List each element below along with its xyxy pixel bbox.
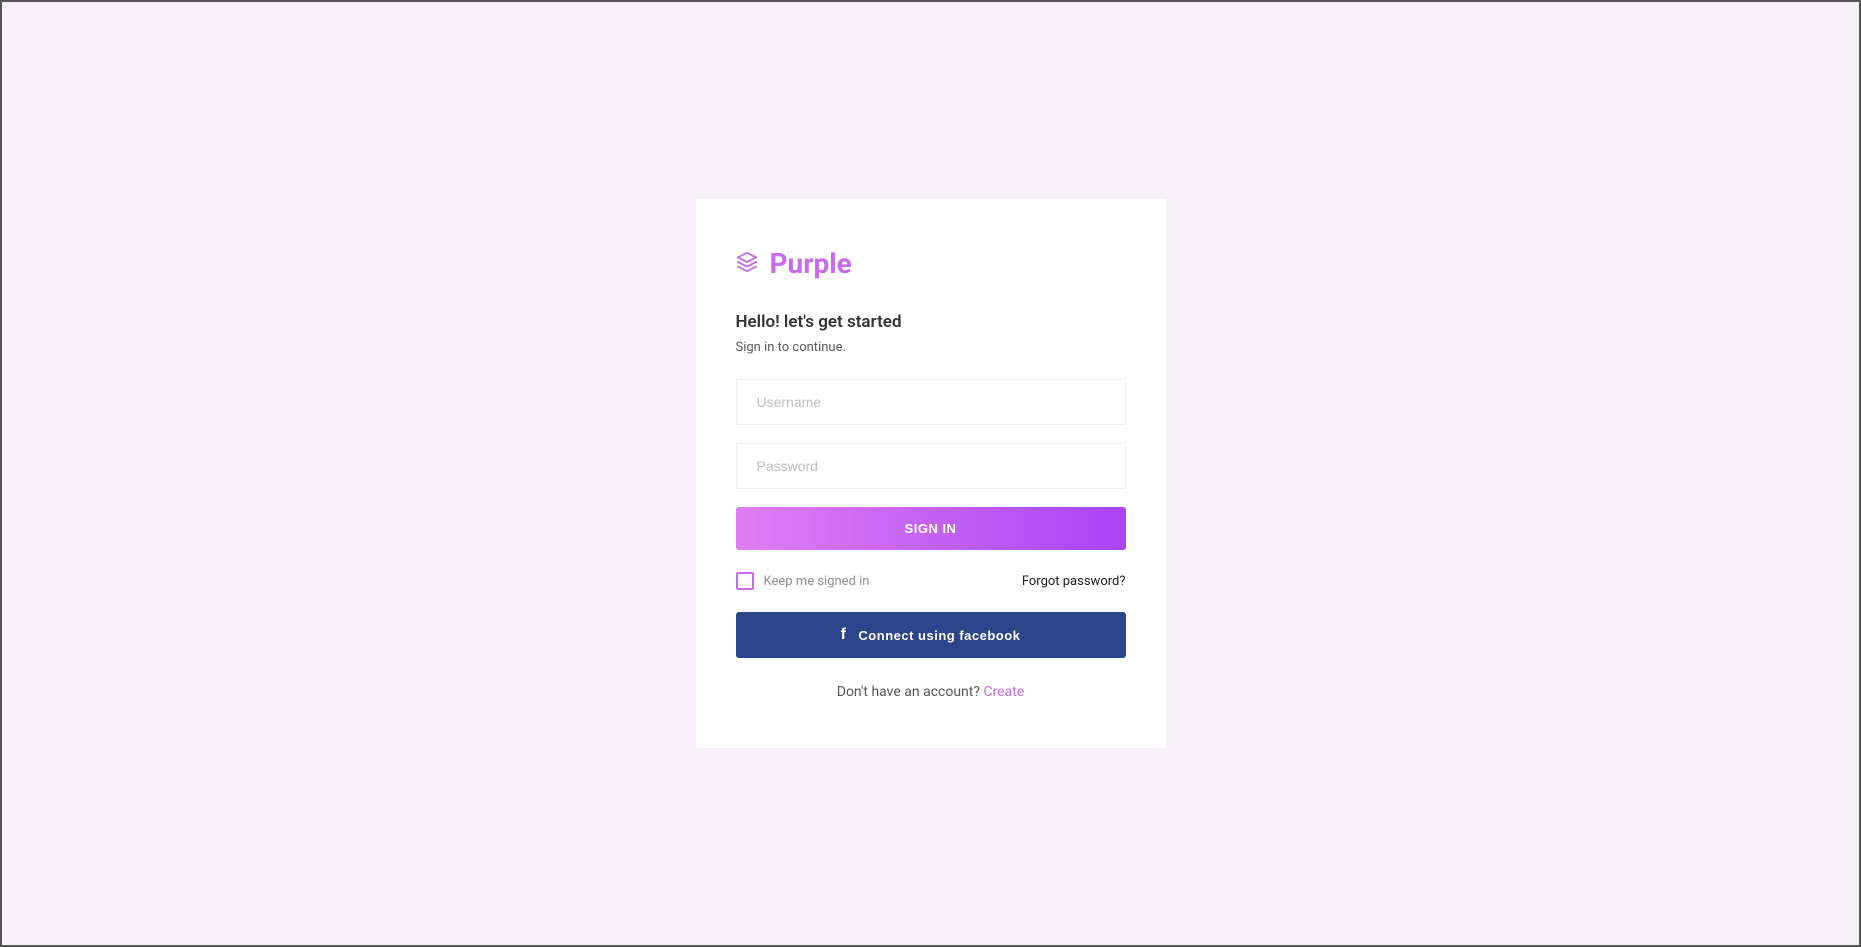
facebook-button-label: Connect using facebook — [858, 628, 1020, 643]
page-heading: Hello! let's get started — [736, 312, 1126, 332]
facebook-connect-button[interactable]: f Connect using facebook — [736, 612, 1126, 658]
page-subheading: Sign in to continue. — [736, 340, 1126, 355]
facebook-icon: f — [841, 626, 847, 644]
signin-button[interactable]: SIGN IN — [736, 507, 1126, 550]
keep-signed-checkbox[interactable]: Keep me signed in — [736, 572, 870, 590]
forgot-password-link[interactable]: Forgot password? — [1022, 574, 1126, 589]
password-input[interactable] — [736, 443, 1126, 489]
layers-icon — [736, 251, 758, 277]
username-input[interactable] — [736, 379, 1126, 425]
create-account-link[interactable]: Create — [983, 684, 1024, 700]
signup-prompt-text: Don't have an account? — [837, 684, 984, 700]
signup-prompt: Don't have an account? Create — [736, 684, 1126, 700]
brand-name: Purple — [770, 247, 852, 280]
brand-logo: Purple — [736, 247, 1126, 280]
login-card: Purple Hello! let's get started Sign in … — [696, 199, 1166, 748]
checkbox-icon[interactable] — [736, 572, 754, 590]
keep-signed-label: Keep me signed in — [764, 574, 870, 589]
